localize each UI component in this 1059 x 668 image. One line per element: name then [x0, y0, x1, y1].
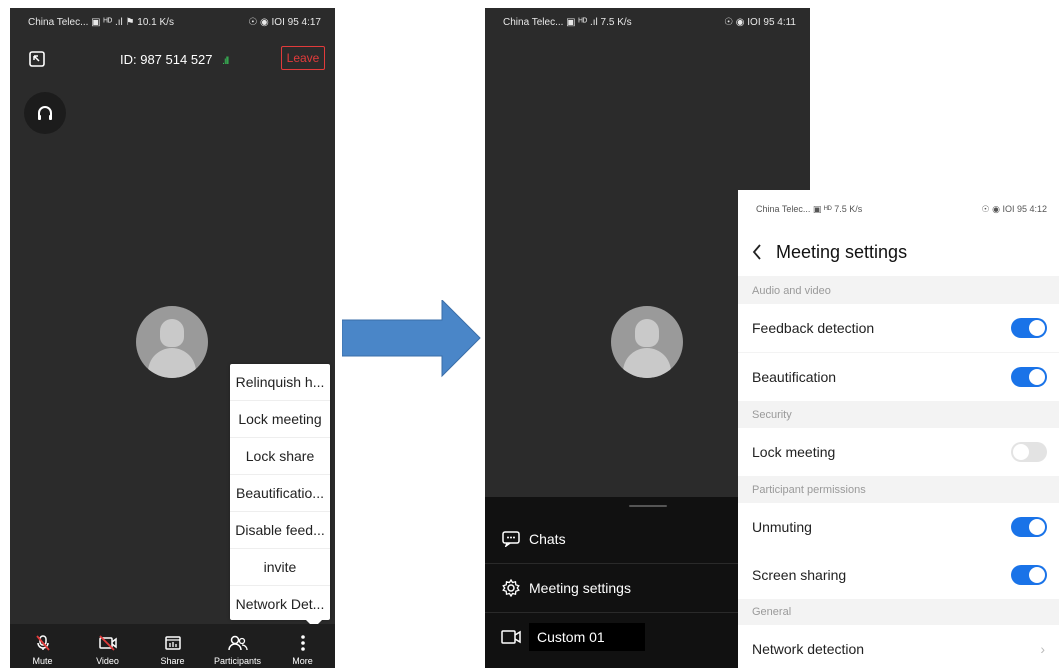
row-lock-meeting[interactable]: Lock meeting [738, 428, 1059, 476]
meeting-id-container: ID: 987 514 527 .ıll [120, 52, 229, 67]
leave-button[interactable]: Leave [281, 46, 325, 70]
unmuting-toggle[interactable] [1011, 517, 1047, 537]
custom-label: Custom 01 [529, 623, 645, 651]
meeting-settings-label: Meeting settings [529, 580, 631, 596]
status-carrier: China Telec... ▣ ᴴᴰ 7.5 K/s [756, 203, 863, 214]
menu-item-invite[interactable]: invite [230, 549, 330, 586]
section-general: General [738, 599, 1059, 625]
back-chevron-icon[interactable] [752, 244, 762, 260]
mic-off-icon [35, 635, 50, 651]
more-menu: Relinquish h... Lock meeting Lock share … [230, 364, 330, 628]
lock-meeting-toggle[interactable] [1011, 442, 1047, 462]
sheet-grabber[interactable] [629, 505, 667, 507]
row-network-detection[interactable]: Network detection › [738, 625, 1059, 668]
status-bar: China Telec... ▣ ᴴᴰ .ıl 7.5 K/s ☉ ◉ IOI … [485, 8, 810, 36]
video-button[interactable]: Video [78, 634, 138, 666]
more-button[interactable]: More [273, 634, 333, 666]
lock-meeting-label: Lock meeting [752, 444, 836, 460]
network-detection-label: Network detection [752, 641, 865, 657]
share-screen-icon [164, 636, 181, 650]
video-label: Video [96, 656, 119, 666]
share-button[interactable]: Share [143, 634, 203, 666]
participant-avatar [136, 306, 208, 378]
share-label: Share [160, 656, 185, 666]
participant-avatar [611, 306, 683, 378]
status-carrier: China Telec... ▣ ᴴᴰ .ıl 7.5 K/s [503, 16, 632, 28]
beautification-label: Beautification [752, 369, 837, 385]
screen-sharing-toggle[interactable] [1011, 565, 1047, 585]
status-carrier: China Telec... ▣ ᴴᴰ .ıl ⚑ 10.1 K/s [28, 16, 174, 28]
menu-item-network-detection[interactable]: Network Det... [230, 586, 330, 622]
meeting-screen-left: China Telec... ▣ ᴴᴰ .ıl ⚑ 10.1 K/s ☉ ◉ I… [10, 8, 335, 668]
status-right: ☉ ◉ IOI 95 4:11 [724, 16, 796, 28]
participants-label: Participants [213, 656, 262, 666]
audio-output-button[interactable] [24, 92, 66, 134]
participants-button[interactable]: Participants [208, 634, 268, 666]
section-audio-video: Audio and video [738, 278, 1059, 304]
beautification-toggle[interactable] [1011, 367, 1047, 387]
menu-item-disable-feedback[interactable]: Disable feed... [230, 512, 330, 549]
more-label: More [292, 656, 313, 666]
unmuting-label: Unmuting [752, 519, 812, 535]
menu-item-lock-meeting[interactable]: Lock meeting [230, 401, 330, 438]
section-security: Security [738, 402, 1059, 428]
participants-icon [227, 635, 248, 651]
status-bar: China Telec... ▣ ᴴᴰ .ıl ⚑ 10.1 K/s ☉ ◉ I… [10, 8, 335, 36]
menu-item-lock-share[interactable]: Lock share [230, 438, 330, 475]
settings-header: Meeting settings [738, 228, 1059, 276]
right-arrow-icon [342, 300, 481, 378]
status-right: ☉ ◉ IOI 95 4:17 [248, 16, 321, 28]
more-vertical-icon [300, 635, 305, 651]
menu-item-beautification[interactable]: Beautificatio... [230, 475, 330, 512]
video-off-icon [98, 635, 117, 651]
chevron-right-icon: › [1040, 641, 1045, 657]
video-camera-icon [501, 627, 521, 647]
minimize-icon[interactable] [28, 50, 46, 68]
row-unmuting[interactable]: Unmuting [738, 503, 1059, 551]
section-participant-permissions: Participant permissions [738, 477, 1059, 503]
menu-item-relinquish-host[interactable]: Relinquish h... [230, 364, 330, 401]
signal-strength-icon: .ıll [222, 56, 229, 67]
meeting-settings-panel: China Telec... ▣ ᴴᴰ 7.5 K/s ☉ ◉ IOI 95 4… [738, 190, 1059, 668]
chats-label: Chats [529, 531, 566, 547]
meeting-id: ID: 987 514 527 [120, 52, 213, 67]
meeting-toolbar: Mute Video Share Participants More [10, 624, 335, 668]
screen-sharing-label: Screen sharing [752, 567, 847, 583]
mute-button[interactable]: Mute [13, 634, 73, 666]
feedback-detection-toggle[interactable] [1011, 318, 1047, 338]
settings-gear-icon [501, 578, 521, 598]
mute-label: Mute [32, 656, 53, 666]
row-screen-sharing[interactable]: Screen sharing [738, 551, 1059, 599]
page-title: Meeting settings [776, 241, 908, 262]
status-right: ☉ ◉ IOI 95 4:12 [981, 203, 1047, 214]
row-feedback-detection[interactable]: Feedback detection [738, 304, 1059, 352]
chat-icon [501, 529, 521, 549]
status-bar: China Telec... ▣ ᴴᴰ 7.5 K/s ☉ ◉ IOI 95 4… [738, 190, 1059, 228]
row-beautification[interactable]: Beautification [738, 353, 1059, 401]
feedback-detection-label: Feedback detection [752, 320, 875, 336]
headphones-icon [38, 106, 52, 120]
